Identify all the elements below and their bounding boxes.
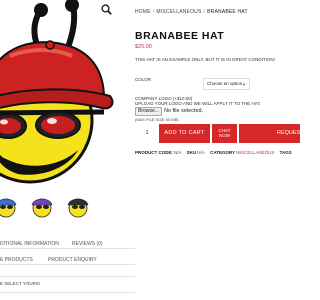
- breadcrumb-home[interactable]: HOME: [135, 9, 151, 15]
- product-description: THIS HAT IS AN EXAMPLE ONLY, BUT IT IS I…: [135, 57, 275, 62]
- thumbnail-hat-3[interactable]: [64, 191, 92, 219]
- add-to-cart-button[interactable]: ADD TO CART: [159, 124, 210, 143]
- sku-value: N/A: [197, 150, 205, 155]
- company-logo-instruction: UPLOAD YOUR LOGO AND WE WILL APPLY IT TO…: [135, 101, 261, 106]
- quantity-input[interactable]: 1: [135, 124, 159, 143]
- product-price: $25.00: [135, 44, 152, 50]
- color-label: COLOR: [135, 77, 152, 82]
- tabs-divider: [0, 264, 135, 265]
- color-select-value: Choose an option: [207, 81, 243, 86]
- branabee-hat-illustration: [0, 0, 114, 184]
- chat-now-button[interactable]: CHAT NOW: [212, 124, 237, 143]
- request-button[interactable]: REQUEST: [239, 124, 300, 143]
- chevron-down-icon: ▼: [242, 82, 246, 87]
- category-link[interactable]: MISCELLANEOUS: [236, 150, 274, 155]
- tab-product-enquiry[interactable]: PRODUCT ENQUIRY: [48, 257, 97, 263]
- tab-more-products[interactable]: E PRODUCTS: [0, 257, 33, 263]
- product-meta: PRODUCT CODE:N/A SKUN/A CATEGORYMISCELLA…: [135, 150, 293, 155]
- browse-file-button[interactable]: Browse...: [135, 107, 162, 116]
- product-code-key: PRODUCT CODE:: [135, 150, 173, 155]
- chat-now-label-line-2: NOW: [219, 133, 230, 138]
- breadcrumb-separator: /: [203, 9, 206, 15]
- product-title: BRANABEE HAT: [135, 30, 225, 42]
- tabs-divider: [0, 292, 135, 293]
- breadcrumb-category[interactable]: MISCELLANEOUS: [156, 9, 201, 15]
- product-main-image[interactable]: [0, 0, 135, 185]
- color-select[interactable]: Choose an option ▼: [203, 78, 250, 90]
- tab-additional-information[interactable]: DITIONAL INFORMATION: [0, 241, 59, 247]
- product-code-value: N/A: [174, 150, 182, 155]
- review-prompt-text: E SELECT YOURS!: [0, 281, 41, 286]
- breadcrumb-current: BRANABEE HAT: [207, 9, 248, 15]
- thumbnail-hat-2[interactable]: [28, 191, 56, 219]
- tabs-divider: [0, 276, 135, 277]
- max-file-size-note: (MAX FILE SIZE 50 MB): [135, 117, 179, 122]
- thumbnail-hat-1[interactable]: [0, 191, 20, 219]
- tabs-divider: [0, 248, 135, 249]
- category-key: CATEGORY: [210, 150, 236, 155]
- breadcrumb-separator: /: [152, 9, 155, 15]
- tags-key: TAGS: [279, 150, 292, 155]
- breadcrumb: HOME / MISCELLANEOUS / BRANABEE HAT: [135, 9, 248, 15]
- magnifier-icon[interactable]: [101, 4, 112, 15]
- tab-reviews[interactable]: REVIEWS (0): [72, 241, 103, 247]
- file-status: No file selected.: [164, 108, 204, 114]
- sku-key: SKU: [186, 150, 197, 155]
